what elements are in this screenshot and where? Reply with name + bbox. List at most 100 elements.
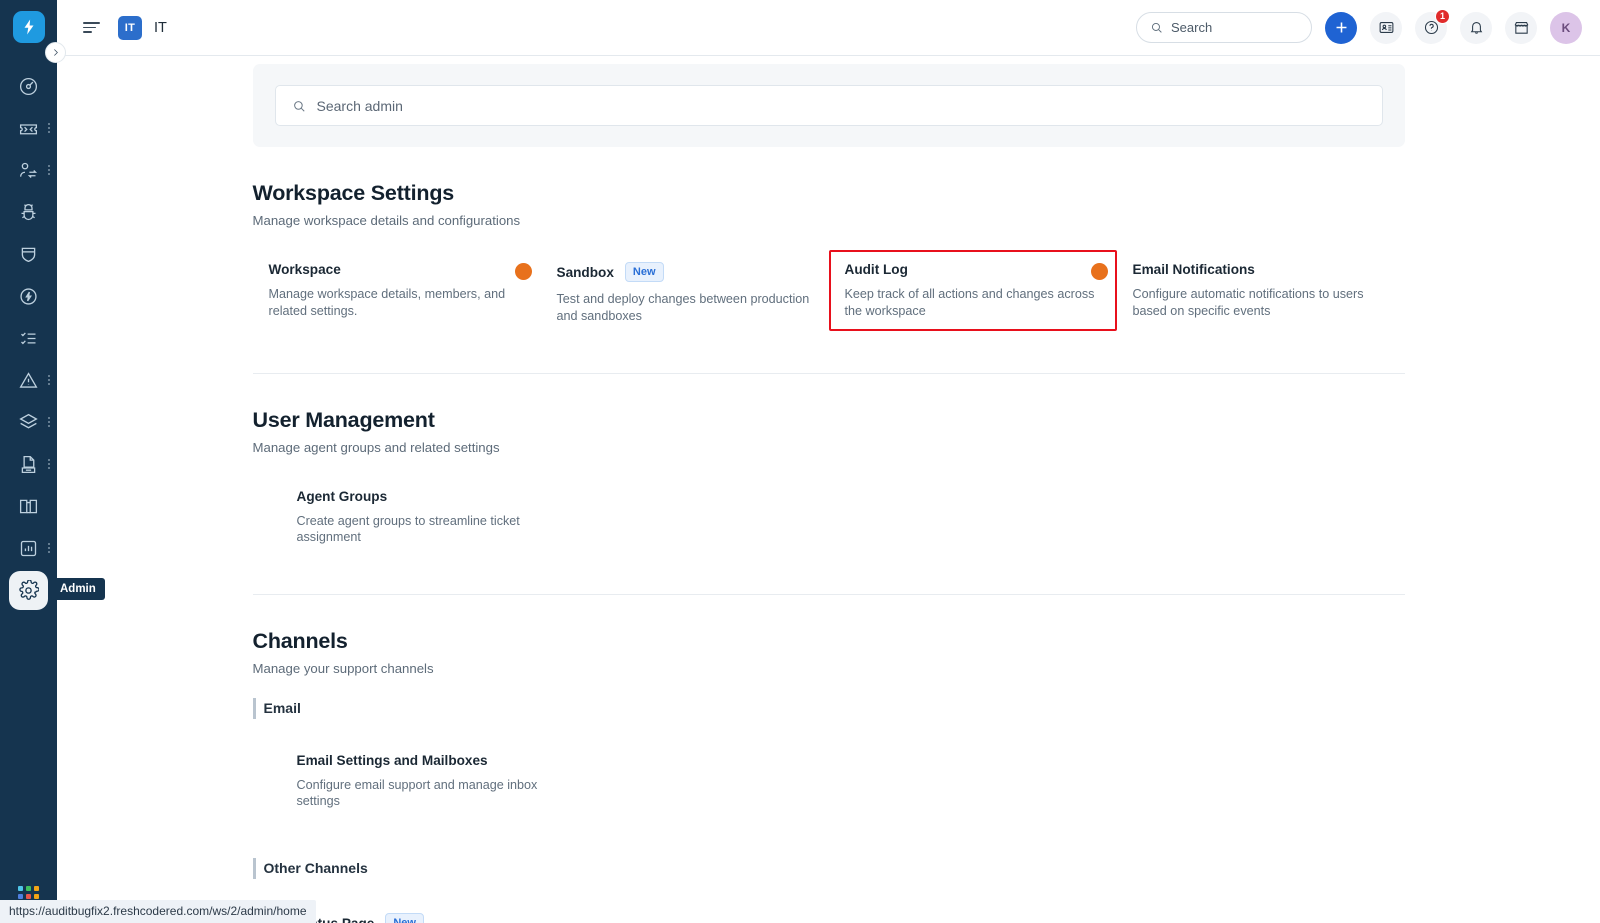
card-description: Test and deploy changes between producti… [556, 292, 810, 323]
contact-card-icon [1379, 22, 1393, 33]
lightning-bolt-icon [24, 19, 33, 35]
sidebar-item-more-alerts[interactable] [48, 375, 50, 385]
sidebar-item-assets[interactable] [0, 401, 57, 443]
card-sandbox[interactable]: Sandbox New Test and deploy changes betw… [541, 250, 829, 337]
user-management-cards: Agent Groups Create agent groups to stre… [253, 477, 1405, 558]
left-rail [0, 0, 57, 923]
notifications-button[interactable] [1460, 11, 1492, 44]
admin-search-input[interactable]: Search admin [274, 85, 1383, 126]
card-title: Workspace [268, 262, 341, 277]
marketplace-button[interactable] [1505, 11, 1537, 44]
sidebar-item-more-contacts[interactable] [48, 165, 50, 175]
help-button[interactable]: 1 [1415, 8, 1450, 44]
agent-directory-button[interactable] [1370, 11, 1402, 44]
card-email-settings[interactable]: Email Settings and Mailboxes Configure e… [295, 741, 583, 822]
bell-icon [1470, 22, 1482, 34]
admin-search-panel: Search admin [252, 64, 1405, 147]
book-icon [19, 499, 38, 513]
content-container: Search admin Workspace Settings Manage w… [252, 64, 1405, 923]
page-title: Workspace Settings [252, 181, 455, 205]
sidebar-item-admin[interactable] [0, 569, 57, 611]
search-icon [293, 100, 305, 112]
card-col: Audit Log Keep track of all actions and … [828, 250, 1117, 337]
section-workspace-settings: Workspace Settings Manage workspace deta… [253, 147, 1405, 337]
card-header: Status Page New [297, 912, 567, 923]
subgroup-label-email: Email [252, 697, 1405, 719]
sidebar-item-more-analytics[interactable] [48, 543, 50, 553]
sidebar-item-analytics[interactable] [0, 527, 57, 569]
layers-icon [19, 413, 38, 429]
card-col: Workspace Manage workspace details, memb… [253, 250, 541, 337]
card-audit-log[interactable]: Audit Log Keep track of all actions and … [828, 250, 1117, 332]
sidebar-item-more-tickets[interactable] [48, 123, 50, 133]
card-title: Email Notifications [1132, 262, 1255, 277]
card-title: Agent Groups [296, 488, 388, 504]
ticket-icon [19, 123, 38, 134]
sidebar-item-more-assets[interactable] [48, 417, 50, 427]
user-switch-icon [19, 162, 38, 178]
workspace-badge[interactable]: IT [118, 15, 142, 40]
search-icon [1151, 22, 1162, 33]
section-subtitle: Manage your support channels [252, 660, 434, 676]
card-title: Audit Log [844, 262, 908, 277]
card-col: Agent Groups Create agent groups to stre… [295, 477, 583, 558]
status-dot [514, 263, 532, 280]
card-header: Workspace [269, 262, 525, 277]
sidebar-item-releases[interactable] [0, 275, 57, 317]
sidebar-item-contacts[interactable] [0, 149, 57, 191]
bar-chart-icon [20, 540, 37, 556]
new-badge: New [385, 912, 424, 923]
shield-icon [21, 247, 36, 262]
bug-icon [21, 203, 36, 220]
sidebar-item-alerts[interactable] [0, 359, 57, 401]
bolt-circle-icon [20, 287, 37, 305]
card-col: Email Notifications Configure automatic … [1090, 250, 1405, 337]
workspace-name: IT [154, 19, 167, 36]
card-email-notifications[interactable]: Email Notifications Configure automatic … [1117, 250, 1405, 331]
card-description: Keep track of all actions and changes ac… [844, 287, 1095, 318]
plus-icon [1336, 22, 1346, 33]
top-bar: IT IT Search 1 K [57, 0, 1600, 56]
section-subtitle: Manage workspace details and configurati… [252, 213, 521, 228]
gear-icon [19, 579, 39, 600]
sidebar-item-tasks[interactable] [0, 317, 57, 359]
section-subtitle: Manage agent groups and related settings [252, 439, 500, 455]
card-header: Sandbox New [557, 262, 813, 283]
subgroup-label-other-channels: Other Channels [252, 857, 1405, 879]
sidebar-item-more-contracts[interactable] [48, 459, 50, 469]
sidebar-expand-button[interactable] [45, 42, 66, 63]
card-description: Configure email support and manage inbox… [296, 777, 538, 809]
user-avatar[interactable]: K [1550, 11, 1582, 44]
checklist-icon [21, 331, 36, 344]
card-col: Sandbox New Test and deploy changes betw… [514, 250, 829, 337]
product-logo[interactable] [12, 11, 45, 43]
email-channel-cards: Email Settings and Mailboxes Configure e… [253, 741, 1405, 822]
sidebar-item-changes[interactable] [0, 233, 57, 275]
warning-triangle-icon [19, 371, 38, 388]
sidebar-item-tickets[interactable] [0, 107, 57, 149]
sidebar-item-dashboard[interactable] [0, 65, 57, 107]
sidebar-item-contracts[interactable] [0, 443, 57, 485]
workspace-settings-cards: Workspace Manage workspace details, memb… [253, 250, 1405, 337]
create-new-button[interactable] [1325, 11, 1357, 44]
admin-search-placeholder: Search admin [316, 97, 403, 114]
card-description: Manage workspace details, members, and r… [268, 287, 506, 318]
sidebar-item-problems[interactable] [0, 191, 57, 233]
status-dot [1090, 263, 1108, 280]
global-search-input[interactable]: Search [1136, 12, 1312, 43]
section-title: Channels [252, 628, 348, 653]
speedometer-icon [19, 77, 38, 95]
card-agent-groups[interactable]: Agent Groups Create agent groups to stre… [295, 477, 583, 558]
storefront-icon [1514, 22, 1528, 34]
card-header: Agent Groups [297, 489, 567, 504]
status-bar-url: https://auditbugfix2.freshcodered.com/ws… [0, 900, 316, 923]
menu-toggle-icon[interactable] [83, 22, 100, 33]
card-workspace[interactable]: Workspace Manage workspace details, memb… [253, 250, 541, 331]
rail-item-list [0, 65, 57, 611]
section-channels: Channels Manage your support channels Em… [252, 595, 1405, 923]
card-title: Email Settings and Mailboxes [296, 752, 488, 768]
card-status-page[interactable]: Status Page New Communicate real-time up… [295, 901, 583, 923]
sidebar-tooltip-admin: Admin [51, 578, 105, 600]
sidebar-item-knowledge-base[interactable] [0, 485, 57, 527]
help-badge: 1 [1435, 8, 1450, 24]
